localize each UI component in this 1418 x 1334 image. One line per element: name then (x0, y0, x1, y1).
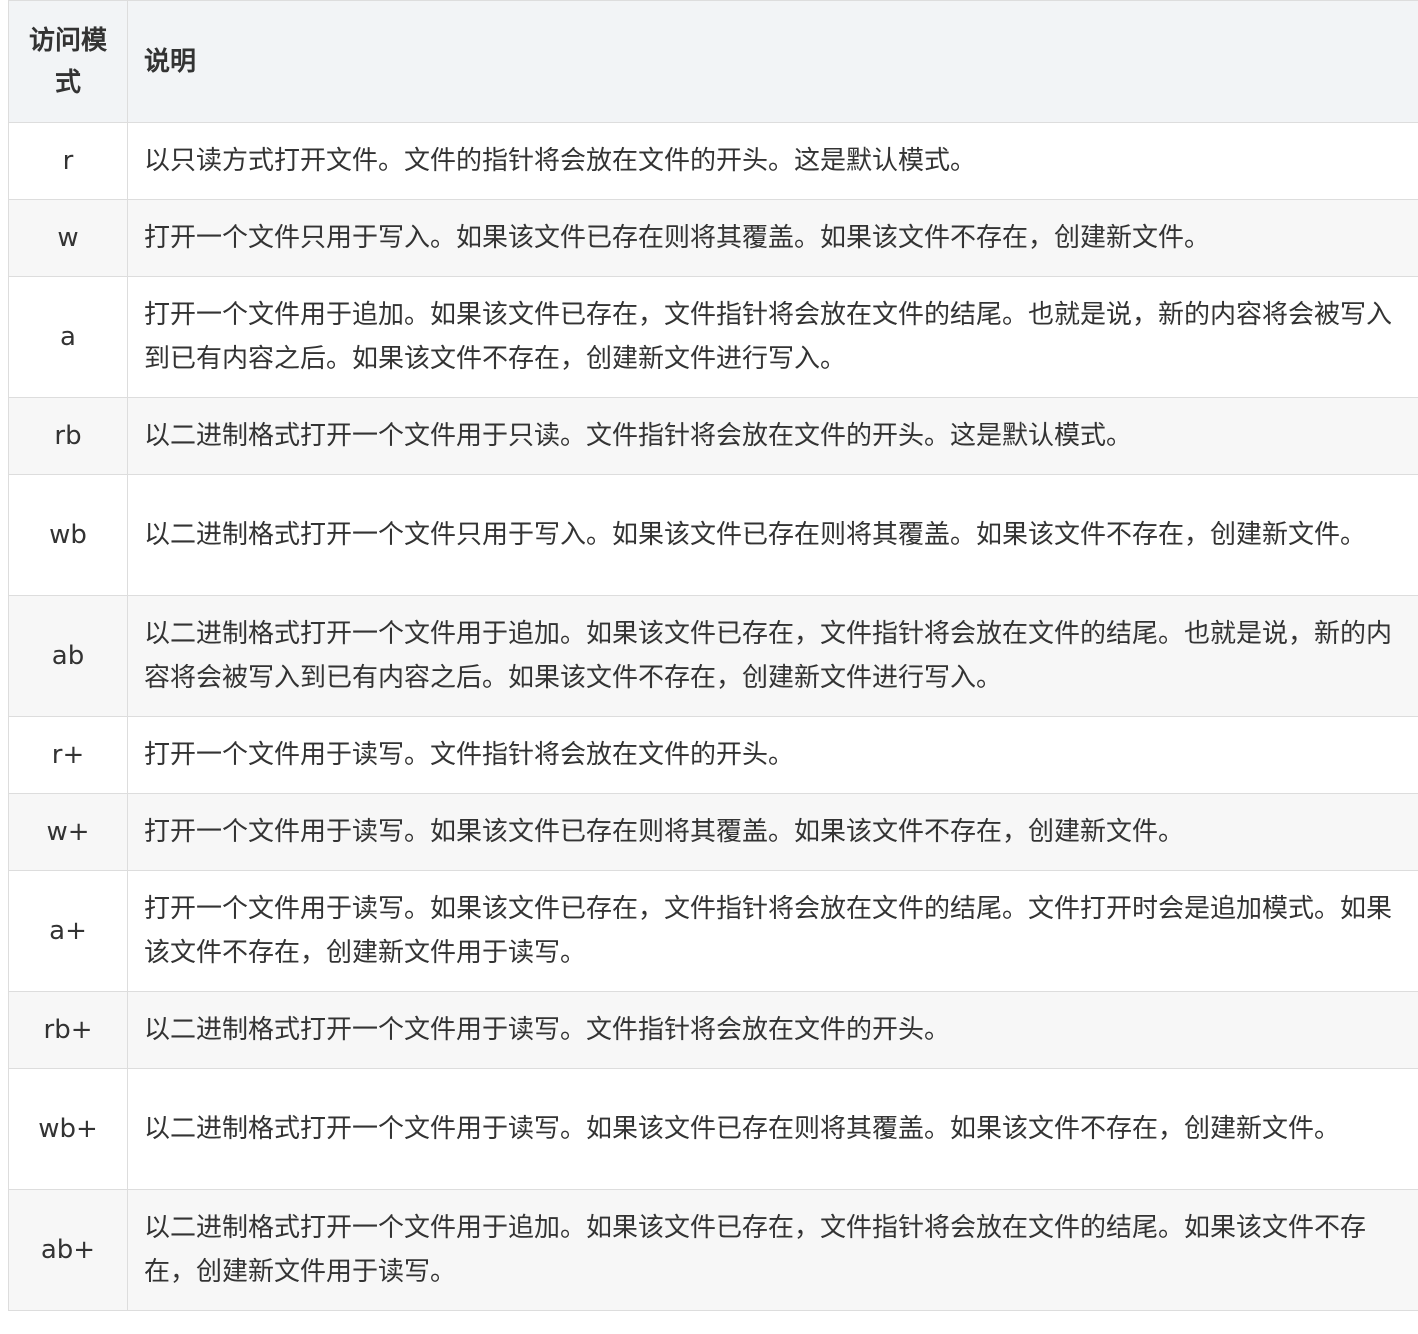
description-cell: 以二进制格式打开一个文件用于只读。文件指针将会放在文件的开头。这是默认模式。 (127, 397, 1418, 475)
mode-cell: ab (8, 595, 128, 717)
table-row: rb 以二进制格式打开一个文件用于只读。文件指针将会放在文件的开头。这是默认模式… (8, 397, 1418, 475)
file-modes-table: 访问模式 说明 r 以只读方式打开文件。文件的指针将会放在文件的开头。这是默认模… (8, 0, 1418, 1311)
description-cell: 打开一个文件只用于写入。如果该文件已存在则将其覆盖。如果该文件不存在，创建新文件… (127, 199, 1418, 277)
table-body: r 以只读方式打开文件。文件的指针将会放在文件的开头。这是默认模式。 w 打开一… (8, 122, 1418, 1311)
table-row: ab 以二进制格式打开一个文件用于追加。如果该文件已存在，文件指针将会放在文件的… (8, 595, 1418, 717)
mode-cell: r (8, 122, 128, 200)
mode-cell: ab+ (8, 1189, 128, 1311)
table-row: ab+ 以二进制格式打开一个文件用于追加。如果该文件已存在，文件指针将会放在文件… (8, 1189, 1418, 1311)
mode-cell: rb (8, 397, 128, 475)
mode-cell: a+ (8, 870, 128, 992)
header-mode: 访问模式 (8, 0, 128, 123)
mode-cell: w (8, 199, 128, 277)
table-row: rb+ 以二进制格式打开一个文件用于读写。文件指针将会放在文件的开头。 (8, 991, 1418, 1069)
mode-cell: wb (8, 474, 128, 596)
header-row: 访问模式 说明 (8, 0, 1418, 123)
description-cell: 以二进制格式打开一个文件用于读写。文件指针将会放在文件的开头。 (127, 991, 1418, 1069)
table-row: wb+ 以二进制格式打开一个文件用于读写。如果该文件已存在则将其覆盖。如果该文件… (8, 1068, 1418, 1190)
table-header: 访问模式 说明 (8, 0, 1418, 123)
mode-cell: rb+ (8, 991, 128, 1069)
description-cell: 打开一个文件用于读写。如果该文件已存在则将其覆盖。如果该文件不存在，创建新文件。 (127, 793, 1418, 871)
description-cell: 打开一个文件用于读写。如果该文件已存在，文件指针将会放在文件的结尾。文件打开时会… (127, 870, 1418, 992)
description-cell: 以只读方式打开文件。文件的指针将会放在文件的开头。这是默认模式。 (127, 122, 1418, 200)
mode-cell: a (8, 276, 128, 398)
table-row: wb 以二进制格式打开一个文件只用于写入。如果该文件已存在则将其覆盖。如果该文件… (8, 474, 1418, 596)
mode-cell: w+ (8, 793, 128, 871)
table-row: a 打开一个文件用于追加。如果该文件已存在，文件指针将会放在文件的结尾。也就是说… (8, 276, 1418, 398)
file-modes-table-container: 访问模式 说明 r 以只读方式打开文件。文件的指针将会放在文件的开头。这是默认模… (8, 0, 1418, 1311)
table-row: w+ 打开一个文件用于读写。如果该文件已存在则将其覆盖。如果该文件不存在，创建新… (8, 793, 1418, 871)
description-cell: 打开一个文件用于读写。文件指针将会放在文件的开头。 (127, 716, 1418, 794)
table-row: r+ 打开一个文件用于读写。文件指针将会放在文件的开头。 (8, 716, 1418, 794)
table-row: w 打开一个文件只用于写入。如果该文件已存在则将其覆盖。如果该文件不存在，创建新… (8, 199, 1418, 277)
table-row: r 以只读方式打开文件。文件的指针将会放在文件的开头。这是默认模式。 (8, 122, 1418, 200)
description-cell: 打开一个文件用于追加。如果该文件已存在，文件指针将会放在文件的结尾。也就是说，新… (127, 276, 1418, 398)
description-cell: 以二进制格式打开一个文件用于追加。如果该文件已存在，文件指针将会放在文件的结尾。… (127, 595, 1418, 717)
mode-cell: wb+ (8, 1068, 128, 1190)
table-row: a+ 打开一个文件用于读写。如果该文件已存在，文件指针将会放在文件的结尾。文件打… (8, 870, 1418, 992)
mode-cell: r+ (8, 716, 128, 794)
description-cell: 以二进制格式打开一个文件只用于写入。如果该文件已存在则将其覆盖。如果该文件不存在… (127, 474, 1418, 596)
description-cell: 以二进制格式打开一个文件用于读写。如果该文件已存在则将其覆盖。如果该文件不存在，… (127, 1068, 1418, 1190)
description-cell: 以二进制格式打开一个文件用于追加。如果该文件已存在，文件指针将会放在文件的结尾。… (127, 1189, 1418, 1311)
header-description: 说明 (127, 0, 1418, 123)
